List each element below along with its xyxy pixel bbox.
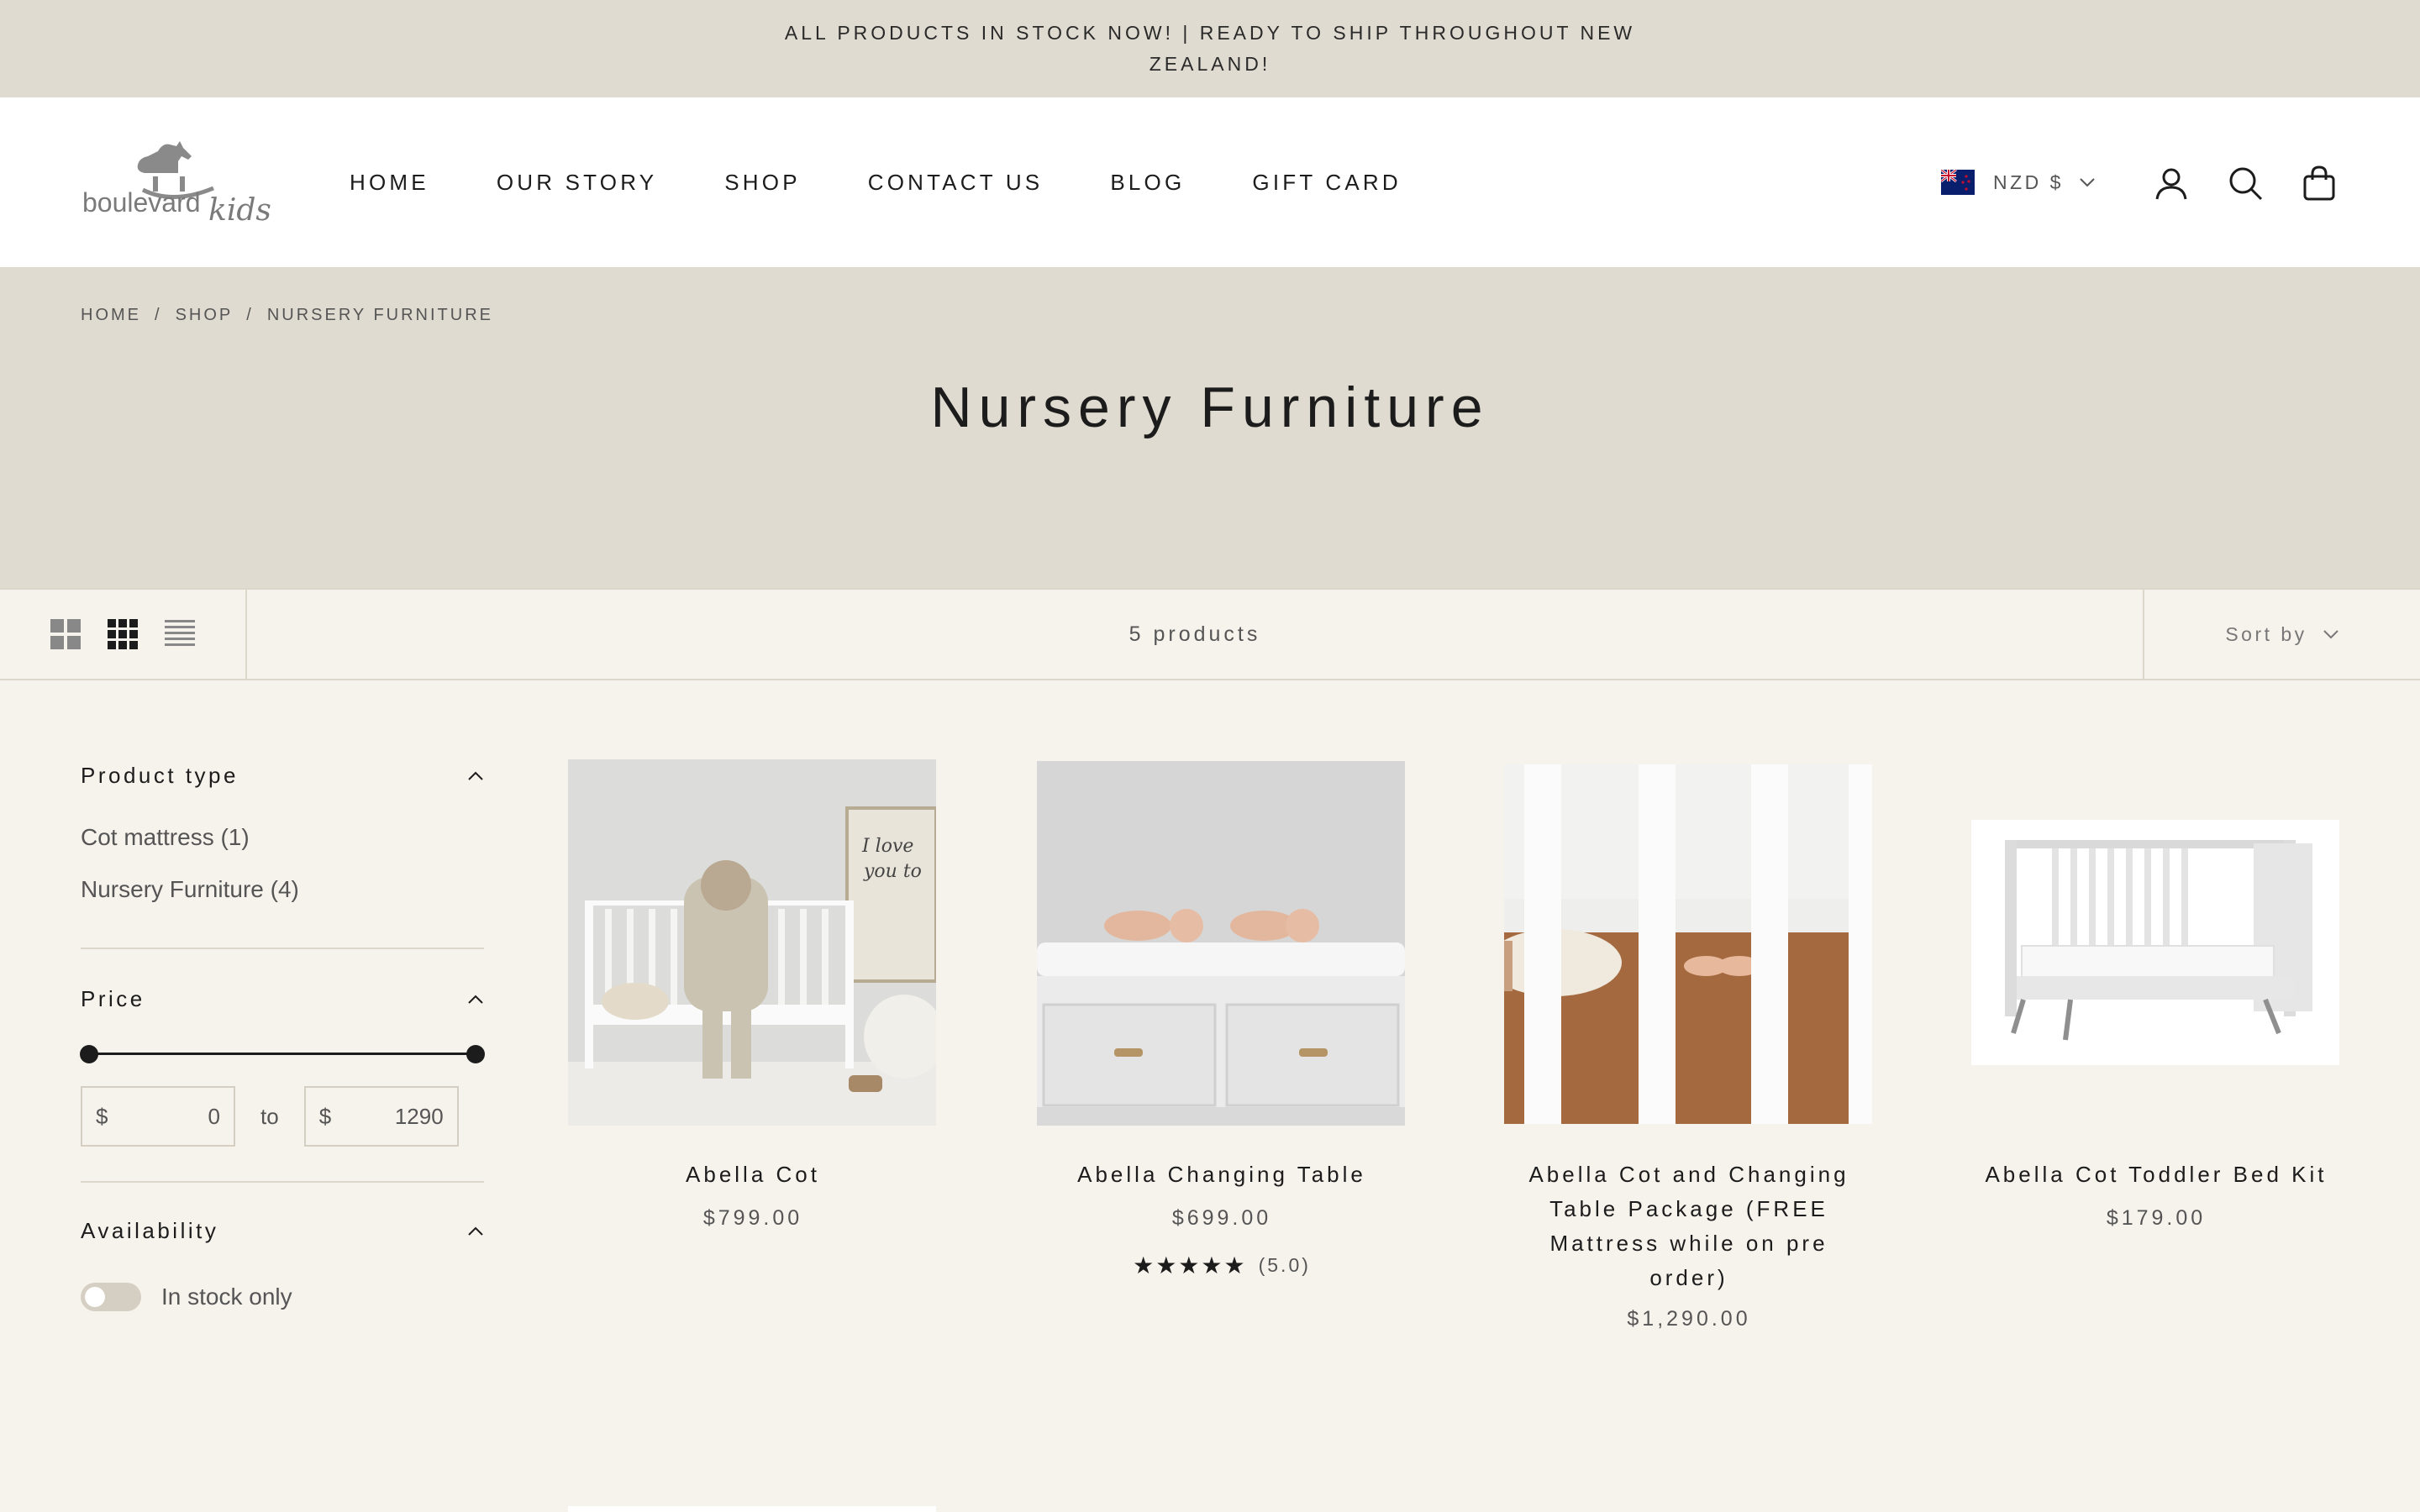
filters-sidebar: Product type Cot mattress (1) Nursery Fu… [80,739,485,1311]
slider-thumb-max[interactable] [466,1045,485,1063]
currency-label: NZD $ [1993,171,2064,193]
nav-contact-us[interactable]: CONTACT US [868,170,1044,196]
filter-availability-header[interactable]: Availability [81,1183,484,1244]
breadcrumb-separator: / [246,306,254,324]
svg-text:I love: I love [861,836,913,857]
chevron-down-icon [2080,178,2095,187]
chevron-up-icon [468,771,483,780]
filter-title: Availability [81,1218,219,1243]
product-name-line: Abella Cot and Changing [1528,1162,1849,1187]
product-price: $799.00 [702,1206,803,1230]
product-name-line: Mattress while on pre [1549,1231,1828,1256]
product-image[interactable] [568,1506,936,1512]
breadcrumb: HOME / SHOP / NURSERY FURNITURE [81,306,493,325]
filter-title: Price [81,986,145,1011]
product-image[interactable] [1971,820,2339,1065]
price-min-input[interactable] [108,1103,220,1130]
toggle-knob [85,1287,105,1307]
product-rating[interactable]: ★★★★★ (5.0) [1037,1252,1407,1279]
breadcrumb-current: NURSERY FURNITURE [266,306,493,324]
nz-flag-icon [1941,170,1975,195]
in-stock-label: In stock only [161,1284,292,1310]
filter-option-cot-mattress[interactable]: Cot mattress (1) [81,824,484,851]
slider-thumb-min[interactable] [80,1045,98,1063]
product-price: $1,290.00 [1627,1307,1751,1331]
price-max-input[interactable] [331,1103,444,1130]
product-name[interactable]: Abella Cot Toddler Bed Kit [1971,1158,2341,1192]
price-inputs: $ to $ [81,1086,484,1147]
site-logo[interactable]: boulevard kids [81,128,282,237]
search-icon[interactable] [2227,165,2264,202]
currency-symbol: $ [96,1103,108,1129]
rating-value: (5.0) [1258,1254,1311,1276]
sort-label: Sort by [2225,622,2307,645]
account-icon[interactable] [2153,165,2190,202]
filter-title: Product type [81,763,239,788]
logo-script: kids [208,193,271,228]
price-max-field[interactable]: $ [303,1086,459,1147]
svg-text:you to: you to [863,861,922,882]
currency-selector[interactable]: NZD $ [1941,97,2096,267]
cart-icon[interactable] [2301,165,2338,202]
in-stock-toggle-row: In stock only [81,1283,484,1311]
product-name[interactable]: Abella Cot [568,1158,938,1192]
grid-large-icon[interactable] [49,617,82,651]
nav-shop[interactable]: SHOP [724,170,800,196]
price-min-field[interactable]: $ [81,1086,235,1147]
collection-banner: HOME / SHOP / NURSERY FURNITURE Nursery … [0,267,2420,588]
breadcrumb-separator: / [155,306,162,324]
product-price: $699.00 [1171,1206,1272,1230]
chevron-up-icon [468,1226,483,1236]
breadcrumb-home[interactable]: HOME [81,306,141,325]
product-name-line: Table Package (FREE [1549,1196,1828,1221]
product-image[interactable]: I love you to [568,759,936,1126]
page-title: Nursery Furniture [930,375,1490,439]
rating-stars: ★★★★★ [1133,1252,1247,1278]
slider-track [89,1053,476,1055]
product-price: $179.00 [2106,1206,2207,1230]
filter-price: Price $ to $ [80,949,485,1183]
nav-our-story[interactable]: OUR STORY [497,170,657,196]
breadcrumb-shop[interactable]: SHOP [176,306,234,325]
list-icon[interactable] [163,617,197,651]
product-image[interactable] [1037,761,1405,1126]
logo-text: boulevard [82,187,201,218]
product-name[interactable]: Abella Changing Table [1037,1158,1407,1192]
sort-dropdown[interactable]: Sort by [2143,590,2420,679]
nav-gift-card[interactable]: GIFT CARD [1252,170,1401,196]
announcement-text: ALL PRODUCTS IN STOCK NOW! | READY TO SH… [784,22,1636,75]
main-nav: HOME OUR STORY SHOP CONTACT US BLOG GIFT… [350,97,1469,267]
product-count: 5 products [1128,622,1261,646]
filter-option-nursery-furniture[interactable]: Nursery Furniture (4) [81,876,484,903]
layout-switcher [0,590,247,679]
nav-blog[interactable]: BLOG [1110,170,1185,196]
currency-symbol: $ [318,1103,332,1129]
product-name[interactable]: Abella Cot and Changing Table Package (F… [1504,1158,1874,1295]
price-range-slider[interactable] [80,1041,485,1066]
announcement-bar: ALL PRODUCTS IN STOCK NOW! | READY TO SH… [0,0,2420,97]
filter-price-header[interactable]: Price [81,949,484,1012]
filter-availability: Availability In stock only [81,1183,484,1311]
chevron-down-icon [2323,630,2338,639]
nav-home[interactable]: HOME [350,170,429,196]
product-image[interactable] [1504,764,1872,1124]
in-stock-toggle[interactable] [81,1283,141,1311]
grid-small-icon[interactable] [106,617,139,651]
filter-product-type-header[interactable]: Product type [81,739,484,789]
site-header: boulevard kids HOME OUR STORY SHOP CONTA… [0,97,2420,267]
filter-product-type: Product type Cot mattress (1) Nursery Fu… [81,739,484,949]
product-name-line: order) [1649,1265,1728,1290]
chevron-up-icon [468,995,483,1004]
collection-toolbar: 5 products Sort by [0,588,2420,680]
price-to-label: to [260,1103,279,1129]
